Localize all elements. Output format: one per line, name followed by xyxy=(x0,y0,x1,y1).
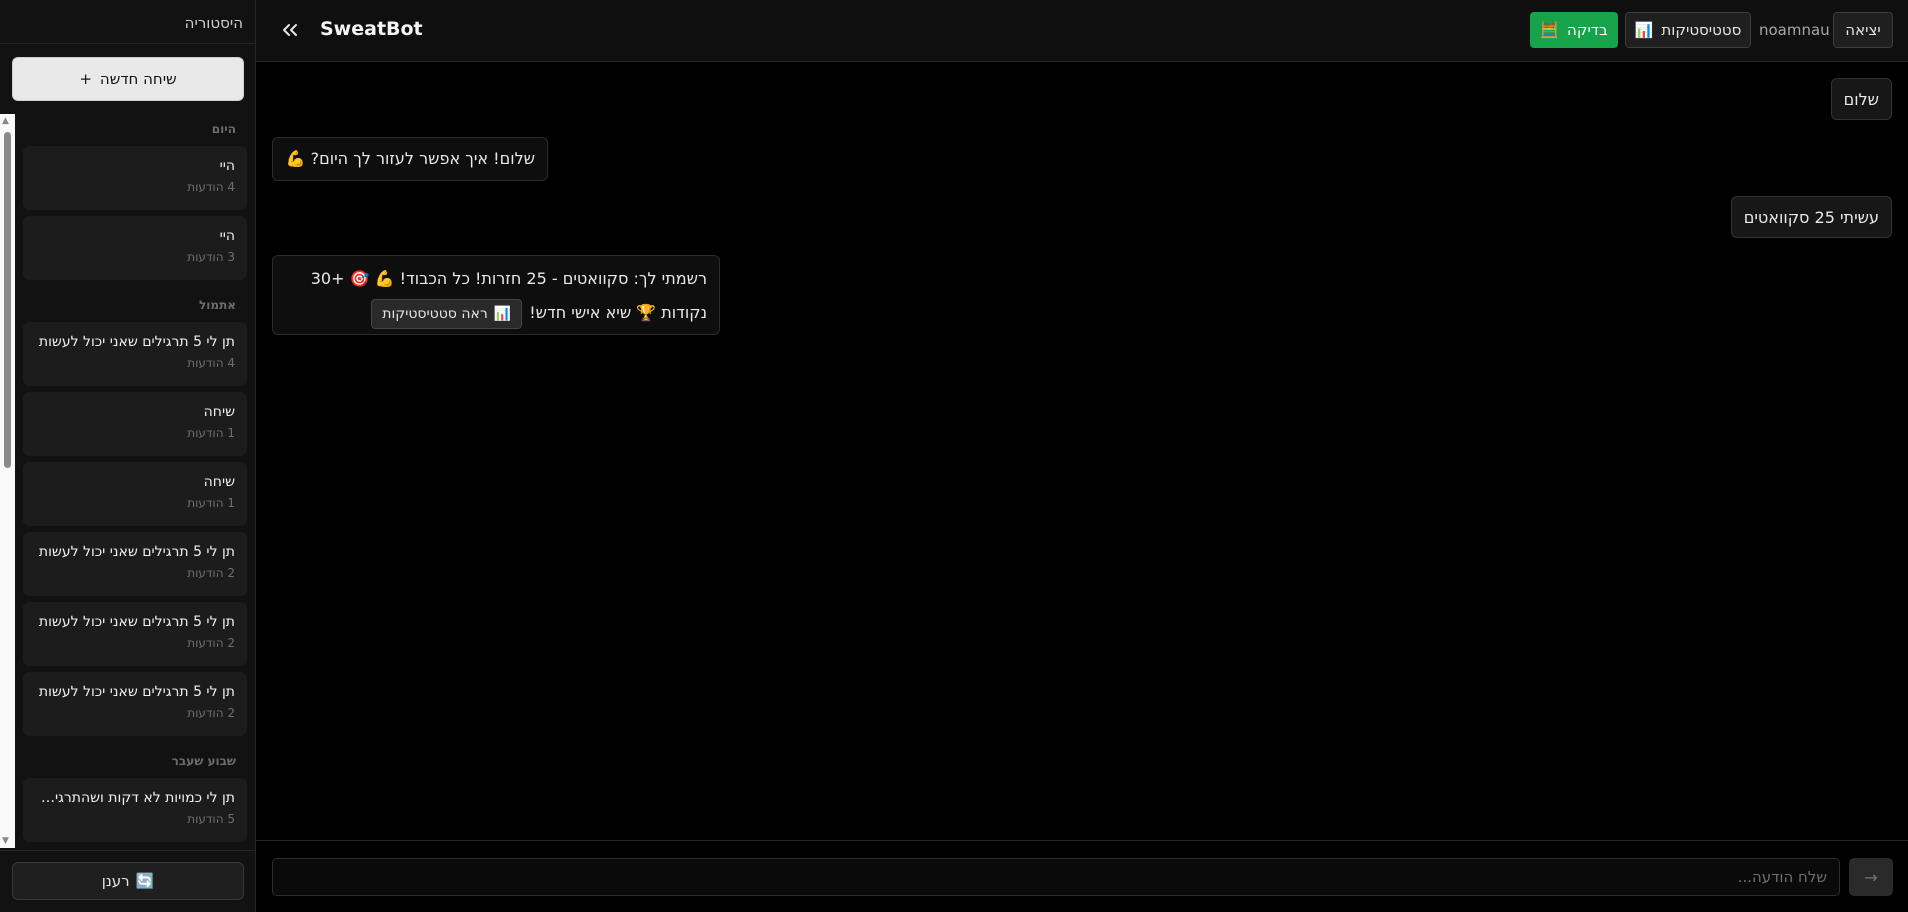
conversation-item[interactable]: שיחה 1 הודעות xyxy=(23,462,247,526)
user-message: עשיתי 25 סקוואטים xyxy=(1730,196,1892,238)
divider xyxy=(256,840,1908,841)
new-chat-label: שיחה חדשה xyxy=(99,70,177,88)
conversation-title: תן לי 5 תרגילים שאני יכול לעשות xyxy=(38,544,235,560)
conversation-title: שיחה xyxy=(203,474,235,490)
group-label-yesterday: אתמול xyxy=(199,298,236,312)
sidebar-title: היסטוריה xyxy=(184,14,243,32)
conversation-title: היי xyxy=(219,228,235,244)
conversation-count: 2 הודעות xyxy=(187,636,235,650)
conversation-item[interactable]: תן לי כמויות לא דקות ושהתרגילים 5 הודעות xyxy=(23,778,247,842)
scrollbar[interactable]: ▲ ▼ xyxy=(0,114,15,848)
message-line: נקודות 🏆 שיא אישי חדש! 📊 ראה סטטיסטיקות xyxy=(285,296,707,330)
new-chat-button[interactable]: שיחה חדשה + xyxy=(12,57,244,101)
app-title: SweatBot xyxy=(320,18,423,40)
group-label-last-week: שבוע שעבר xyxy=(171,754,236,768)
username: noamnau xyxy=(1759,21,1830,39)
conversation-count: 5 הודעות xyxy=(187,812,235,826)
view-statistics-button[interactable]: 📊 ראה סטטיסטיקות xyxy=(371,298,523,329)
scroll-down-icon[interactable]: ▼ xyxy=(2,836,9,846)
conversation-count: 2 הודעות xyxy=(187,566,235,580)
conversation-count: 2 הודעות xyxy=(187,706,235,720)
conversation-item[interactable]: היי 4 הודעות xyxy=(23,146,247,210)
conversation-count: 4 הודעות xyxy=(187,356,235,370)
abacus-icon: 🧮 xyxy=(1540,21,1560,39)
conversation-item[interactable]: תן לי 5 תרגילים שאני יכול לעשות 4 הודעות xyxy=(23,322,247,386)
bar-chart-icon: 📊 xyxy=(1634,21,1654,39)
conversation-title: תן לי 5 תרגילים שאני יכול לעשות xyxy=(38,614,235,630)
conversation-count: 1 הודעות xyxy=(187,496,235,510)
conversation-list: היום היי 4 הודעות היי 3 הודעות אתמול תן … xyxy=(15,114,256,848)
scrollbar-thumb[interactable] xyxy=(4,132,11,468)
plus-icon: + xyxy=(79,70,92,88)
refresh-button[interactable]: 🔄 רענן xyxy=(12,862,244,900)
user-message: שלום xyxy=(1830,78,1892,120)
bar-chart-icon: 📊 xyxy=(493,305,512,322)
conversation-item[interactable]: תן לי 5 תרגילים שאני יכול לעשות 2 הודעות xyxy=(23,602,247,666)
bot-message: שלום! איך אפשר לעזור לך היום? 💪 xyxy=(272,137,548,181)
conversation-title: תן לי 5 תרגילים שאני יכול לעשות xyxy=(38,684,235,700)
conversation-count: 1 הודעות xyxy=(187,426,235,440)
logout-label: יציאה xyxy=(1845,21,1881,39)
conversation-title: תן לי כמויות לא דקות ושהתרגילים xyxy=(35,790,235,806)
check-button[interactable]: בדיקה 🧮 xyxy=(1530,12,1618,48)
history-sidebar: היסטוריה שיחה חדשה + ▲ ▼ היום היי 4 הודע… xyxy=(0,0,256,912)
view-statistics-label: ראה סטטיסטיקות xyxy=(382,305,488,322)
message-input[interactable] xyxy=(272,858,1840,896)
message-text: נקודות 🏆 שיא אישי חדש! xyxy=(529,303,707,322)
top-bar: SweatBot בדיקה 🧮 סטטיסטיקות 📊 noamnau יצ… xyxy=(256,0,1908,62)
message-text: עשיתי 25 סקוואטים xyxy=(1743,208,1879,227)
send-button[interactable]: → xyxy=(1849,858,1893,896)
message-text: שלום! איך אפשר לעזור לך היום? 💪 xyxy=(285,149,535,168)
conversation-item[interactable]: שיחה 1 הודעות xyxy=(23,392,247,456)
conversation-count: 4 הודעות xyxy=(187,180,235,194)
conversation-count: 3 הודעות xyxy=(187,250,235,264)
message-text: שלום xyxy=(1843,90,1879,109)
conversation-title: היי xyxy=(219,158,235,174)
conversation-list-scroll[interactable]: ▲ ▼ היום היי 4 הודעות היי 3 הודעות אתמול… xyxy=(0,114,256,848)
divider xyxy=(0,43,255,44)
scroll-up-icon[interactable]: ▲ xyxy=(2,116,9,126)
conversation-item[interactable]: תן לי 5 תרגילים שאני יכול לעשות 2 הודעות xyxy=(23,672,247,736)
arrow-right-icon: → xyxy=(1864,867,1878,887)
collapse-sidebar-icon[interactable] xyxy=(278,18,302,42)
statistics-button[interactable]: סטטיסטיקות 📊 xyxy=(1625,12,1751,48)
check-label: בדיקה xyxy=(1567,21,1608,39)
group-label-today: היום xyxy=(211,122,236,136)
bot-message: רשמתי לך: סקוואטים - 25 חזרות! כל הכבוד!… xyxy=(272,255,720,335)
divider xyxy=(0,850,255,851)
conversation-title: שיחה xyxy=(203,404,235,420)
refresh-label: רענן xyxy=(101,872,130,890)
refresh-icon: 🔄 xyxy=(135,872,155,890)
statistics-label: סטטיסטיקות xyxy=(1661,21,1742,39)
conversation-item[interactable]: היי 3 הודעות xyxy=(23,216,247,280)
conversation-title: תן לי 5 תרגילים שאני יכול לעשות xyxy=(38,334,235,350)
conversation-item[interactable]: תן לי 5 תרגילים שאני יכול לעשות 2 הודעות xyxy=(23,532,247,596)
message-text: רשמתי לך: סקוואטים - 25 חזרות! כל הכבוד!… xyxy=(310,269,707,288)
logout-button[interactable]: יציאה xyxy=(1833,12,1893,48)
